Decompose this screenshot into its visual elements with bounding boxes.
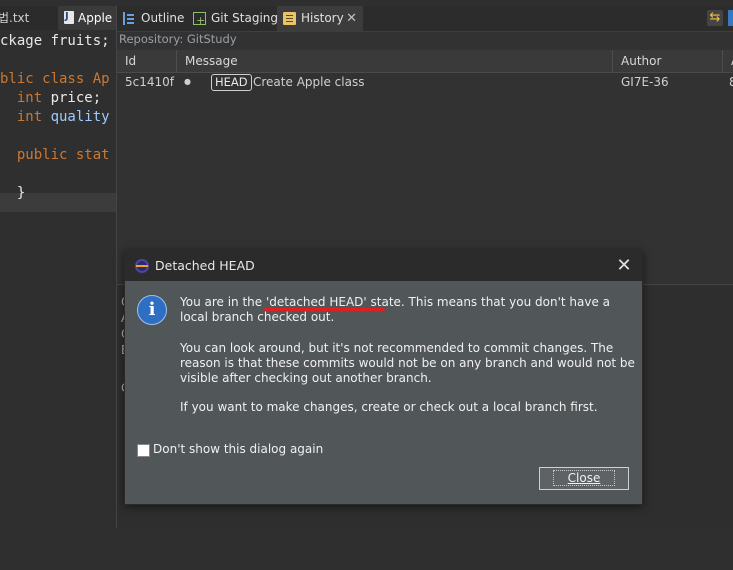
code-line: public stat <box>0 147 110 163</box>
repository-label: Repository: GitStudy <box>119 32 237 46</box>
history-icon <box>283 12 296 25</box>
editor-tab-apple[interactable]: Apple <box>58 5 116 30</box>
tab-label: Outline <box>141 11 185 25</box>
outline-icon <box>123 12 138 25</box>
detached-head-dialog: Detached HEAD ✕ i You are in the 'detach… <box>124 250 643 505</box>
sync-icon[interactable]: ⇆ <box>707 10 723 26</box>
close-icon[interactable]: ✕ <box>614 254 634 278</box>
checkbox-label[interactable]: Don't show this dialog again <box>153 441 323 458</box>
commit-id: 5c1410f <box>125 75 174 89</box>
dialog-title: Detached HEAD <box>155 258 255 273</box>
dialog-message-2: You can look around, but it's not recomm… <box>180 341 635 385</box>
commit-message: Create Apple class <box>253 75 365 89</box>
commit-graph-dot-icon: ● <box>184 77 191 86</box>
dialog-titlebar[interactable]: Detached HEAD ✕ <box>125 251 642 281</box>
commit-date: 8 <box>729 75 733 89</box>
close-icon[interactable]: ✕ <box>346 6 357 31</box>
java-file-icon <box>64 5 74 29</box>
dont-show-again-checkbox[interactable] <box>137 444 150 457</box>
table-row[interactable]: 5c1410f ● HEAD Create Apple class GI7E-3… <box>117 72 733 92</box>
eclipse-icon <box>135 259 149 273</box>
git-staging-icon <box>193 8 206 33</box>
editor-tab-label: 법.txt <box>0 11 30 25</box>
tab-label: Git Staging <box>211 11 279 25</box>
dialog-message-3: If you want to make changes, create or c… <box>180 400 598 414</box>
tab-label: History <box>301 11 344 25</box>
code-line: int quality <box>0 109 110 125</box>
annotation-underline <box>264 308 385 311</box>
column-header-date[interactable]: A <box>723 50 733 72</box>
column-header-message[interactable]: Message <box>177 50 613 72</box>
code-line: blic class Ap <box>0 71 110 87</box>
commit-author: GI7E-36 <box>621 75 669 89</box>
editor-tab-label: Apple <box>78 11 113 25</box>
code-editor[interactable]: 법.txt Apple ckage fruits; blic class Ap … <box>0 0 116 570</box>
editor-tab-txt[interactable]: 법.txt <box>0 6 29 30</box>
close-button[interactable]: Close <box>539 467 629 490</box>
code-line: int price; <box>0 90 102 106</box>
dialog-message-1: You are in the 'detached HEAD' state. Th… <box>180 295 611 324</box>
tab-git-staging[interactable]: Git Staging <box>187 6 279 33</box>
editor-tab-bar: 법.txt Apple <box>0 5 116 30</box>
close-button-label: Close <box>552 470 616 486</box>
column-header-author[interactable]: Author <box>613 50 723 72</box>
code-line: } <box>0 185 26 201</box>
code-line: ckage fruits; <box>0 33 110 49</box>
tab-history[interactable]: History ✕ <box>277 6 363 31</box>
history-table-header: Id Message Author A <box>117 50 733 73</box>
view-menu-icon[interactable] <box>728 10 733 26</box>
column-header-id[interactable]: Id <box>117 50 177 72</box>
info-icon: i <box>137 295 167 325</box>
ref-badge: HEAD <box>211 74 252 91</box>
code-area[interactable]: ckage fruits; blic class Ap int price; i… <box>0 30 116 570</box>
view-tab-bar: Outline Git Staging History ✕ ⇆ <box>117 6 733 33</box>
tab-outline[interactable]: Outline <box>117 6 185 31</box>
